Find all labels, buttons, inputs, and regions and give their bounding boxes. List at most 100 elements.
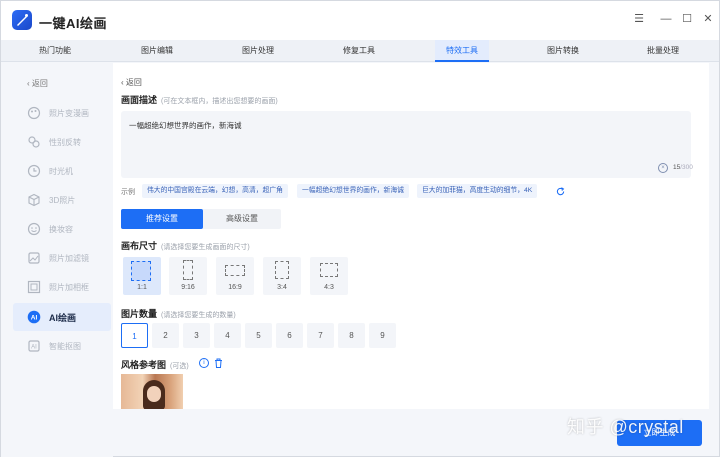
- info-icon[interactable]: i: [199, 358, 209, 368]
- style-ref-hint: (可选): [170, 363, 189, 370]
- sidebar-item-3d-photo[interactable]: 3D照片: [13, 186, 111, 214]
- sidebar-item-smart-cutout[interactable]: AI 智能抠图: [13, 332, 111, 360]
- sidebar-item-label: 3D照片: [49, 196, 76, 205]
- refresh-icon[interactable]: [556, 187, 565, 196]
- sidebar-back-label: 返回: [31, 79, 48, 88]
- ratio-option-1-1[interactable]: 1:1: [123, 257, 161, 295]
- canvas-hint: (请选择您要生成画面的尺寸): [161, 244, 250, 251]
- sidebar-item-time-machine[interactable]: 时光机: [13, 157, 111, 185]
- watermark-text: 知乎 @crystal: [567, 417, 684, 437]
- example-chip[interactable]: 一幅超绝幻想世界的画作，新海诚: [297, 184, 409, 198]
- ratio-option-9-16[interactable]: 9:16: [169, 257, 207, 295]
- trash-icon[interactable]: [214, 358, 223, 368]
- sidebar-item-label: 照片变漫画: [49, 109, 89, 118]
- tab-hot-features[interactable]: 热门功能: [19, 40, 91, 62]
- ratio-option-3-4[interactable]: 3:4: [263, 257, 301, 295]
- sidebar-item-label: 智能抠图: [49, 342, 81, 351]
- quantity-hint: (请选择您要生成的数量): [161, 312, 236, 319]
- app-logo-icon: [12, 10, 32, 30]
- ratio-label: 9:16: [181, 284, 195, 291]
- main-back-link[interactable]: ‹ 返回: [121, 77, 142, 88]
- filter-icon: [28, 252, 40, 264]
- cube-icon: [28, 193, 40, 207]
- ratio-label: 1:1: [137, 284, 147, 291]
- ratio-portrait-shape: [183, 260, 193, 280]
- ai-paint-icon: AI: [27, 310, 41, 324]
- tab-effect-tools[interactable]: 特效工具: [435, 40, 489, 62]
- menu-icon[interactable]: ☰: [633, 13, 645, 25]
- thumbnail-face-shape: [147, 386, 161, 402]
- char-count: 15/300: [673, 164, 693, 171]
- quantity-option[interactable]: 5: [245, 323, 272, 348]
- description-title: 画面描述: [121, 95, 158, 105]
- ratio-square-shape: [131, 261, 151, 281]
- quantity-option[interactable]: 8: [338, 323, 365, 348]
- sidebar-item-photo-to-comic[interactable]: 照片变漫画: [13, 99, 111, 127]
- example-chip[interactable]: 巨大的加菲猫，高度生动的细节，4K: [417, 184, 538, 198]
- app-title: 一键AI绘画: [39, 16, 108, 31]
- ratio-option-4-3[interactable]: 4:3: [310, 257, 348, 295]
- tab-image-convert[interactable]: 图片转换: [527, 40, 599, 62]
- sidebar: ‹ 返回 照片变漫画 性别反转 时光机 3D照片 换妆容 照片加滤镜 照片加相框…: [1, 63, 113, 457]
- quantity-option[interactable]: 2: [152, 323, 179, 348]
- sidebar-item-label: AI绘画: [49, 313, 77, 323]
- description-value: 一幅超绝幻想世界的画作，新海诚: [129, 121, 242, 130]
- cutout-icon: AI: [28, 340, 40, 352]
- sidebar-item-photo-filter[interactable]: 照片加滤镜: [13, 244, 111, 272]
- description-textarea[interactable]: 一幅超绝幻想世界的画作，新海诚 × 15/300: [121, 111, 693, 178]
- style-reference-thumbnail[interactable]: [121, 374, 183, 409]
- clear-icon[interactable]: ×: [658, 163, 668, 173]
- sidebar-item-label: 照片加相框: [49, 283, 89, 292]
- svg-text:AI: AI: [31, 345, 37, 351]
- makeup-icon: [27, 222, 41, 236]
- svg-text:AI: AI: [31, 315, 38, 322]
- sidebar-item-ai-painting[interactable]: AI AI绘画: [13, 303, 111, 331]
- ratio-landscape-shape: [320, 263, 338, 277]
- ratio-option-16-9[interactable]: 16:9: [216, 257, 254, 295]
- clock-icon: [27, 164, 41, 178]
- tab-batch-process[interactable]: 批量处理: [627, 40, 699, 62]
- sidebar-item-makeup[interactable]: 换妆容: [13, 215, 111, 243]
- frame-icon: [27, 280, 41, 294]
- advanced-settings-tab[interactable]: 高级设置: [203, 209, 281, 229]
- examples-label: 示例: [121, 189, 135, 196]
- maximize-button[interactable]: ☐: [681, 13, 693, 25]
- canvas-title: 画布尺寸: [121, 241, 158, 251]
- palette-icon: [27, 106, 41, 120]
- recommended-settings-tab[interactable]: 推荐设置: [121, 209, 203, 229]
- top-tab-bar: 热门功能 图片编辑 图片处理 修复工具 特效工具 图片转换 批量处理: [1, 40, 719, 62]
- ratio-label: 16:9: [228, 284, 242, 291]
- tab-repair-tools[interactable]: 修复工具: [323, 40, 395, 62]
- app-window: 一键AI绘画 ☰ — ☐ ✕ 热门功能 图片编辑 图片处理 修复工具 特效工具 …: [0, 0, 720, 457]
- gender-icon: [28, 136, 40, 148]
- description-hint: (可在文本框内，描述出您想要的画面): [161, 98, 278, 105]
- ratio-landscape-shape: [225, 265, 245, 276]
- sidebar-item-label: 换妆容: [49, 225, 73, 234]
- main-panel: ‹ 返回 画面描述 (可在文本框内，描述出您想要的画面) 一幅超绝幻想世界的画作，…: [113, 63, 709, 409]
- title-bar: 一键AI绘画 ☰ — ☐ ✕: [1, 1, 719, 40]
- char-count-max: /300: [680, 164, 693, 171]
- close-button[interactable]: ✕: [702, 13, 714, 25]
- quantity-option[interactable]: 1: [121, 323, 148, 348]
- main-back-label: 返回: [125, 78, 142, 87]
- quantity-title: 图片数量: [121, 309, 158, 319]
- sidebar-item-label: 照片加滤镜: [49, 254, 89, 263]
- example-chip[interactable]: 伟大的中国宫殿在云端，幻想，高清，超广角: [142, 184, 288, 198]
- quantity-option[interactable]: 4: [214, 323, 241, 348]
- ratio-label: 3:4: [277, 284, 287, 291]
- quantity-option[interactable]: 3: [183, 323, 210, 348]
- sidebar-item-label: 性别反转: [49, 138, 81, 147]
- tab-image-edit[interactable]: 图片编辑: [121, 40, 193, 62]
- quantity-section-title: 图片数量 (请选择您要生成的数量): [121, 307, 236, 320]
- quantity-option[interactable]: 6: [276, 323, 303, 348]
- sidebar-item-photo-frame[interactable]: 照片加相框: [13, 273, 111, 301]
- tab-image-process[interactable]: 图片处理: [222, 40, 294, 62]
- sidebar-back-link[interactable]: ‹ 返回: [27, 78, 48, 89]
- quantity-option[interactable]: 7: [307, 323, 334, 348]
- canvas-section-title: 画布尺寸 (请选择您要生成画面的尺寸): [121, 239, 250, 252]
- sidebar-item-gender-swap[interactable]: 性别反转: [13, 128, 111, 156]
- quantity-option[interactable]: 9: [369, 323, 396, 348]
- style-ref-title: 风格参考图: [121, 360, 167, 370]
- minimize-button[interactable]: —: [660, 13, 672, 25]
- ratio-label: 4:3: [324, 284, 334, 291]
